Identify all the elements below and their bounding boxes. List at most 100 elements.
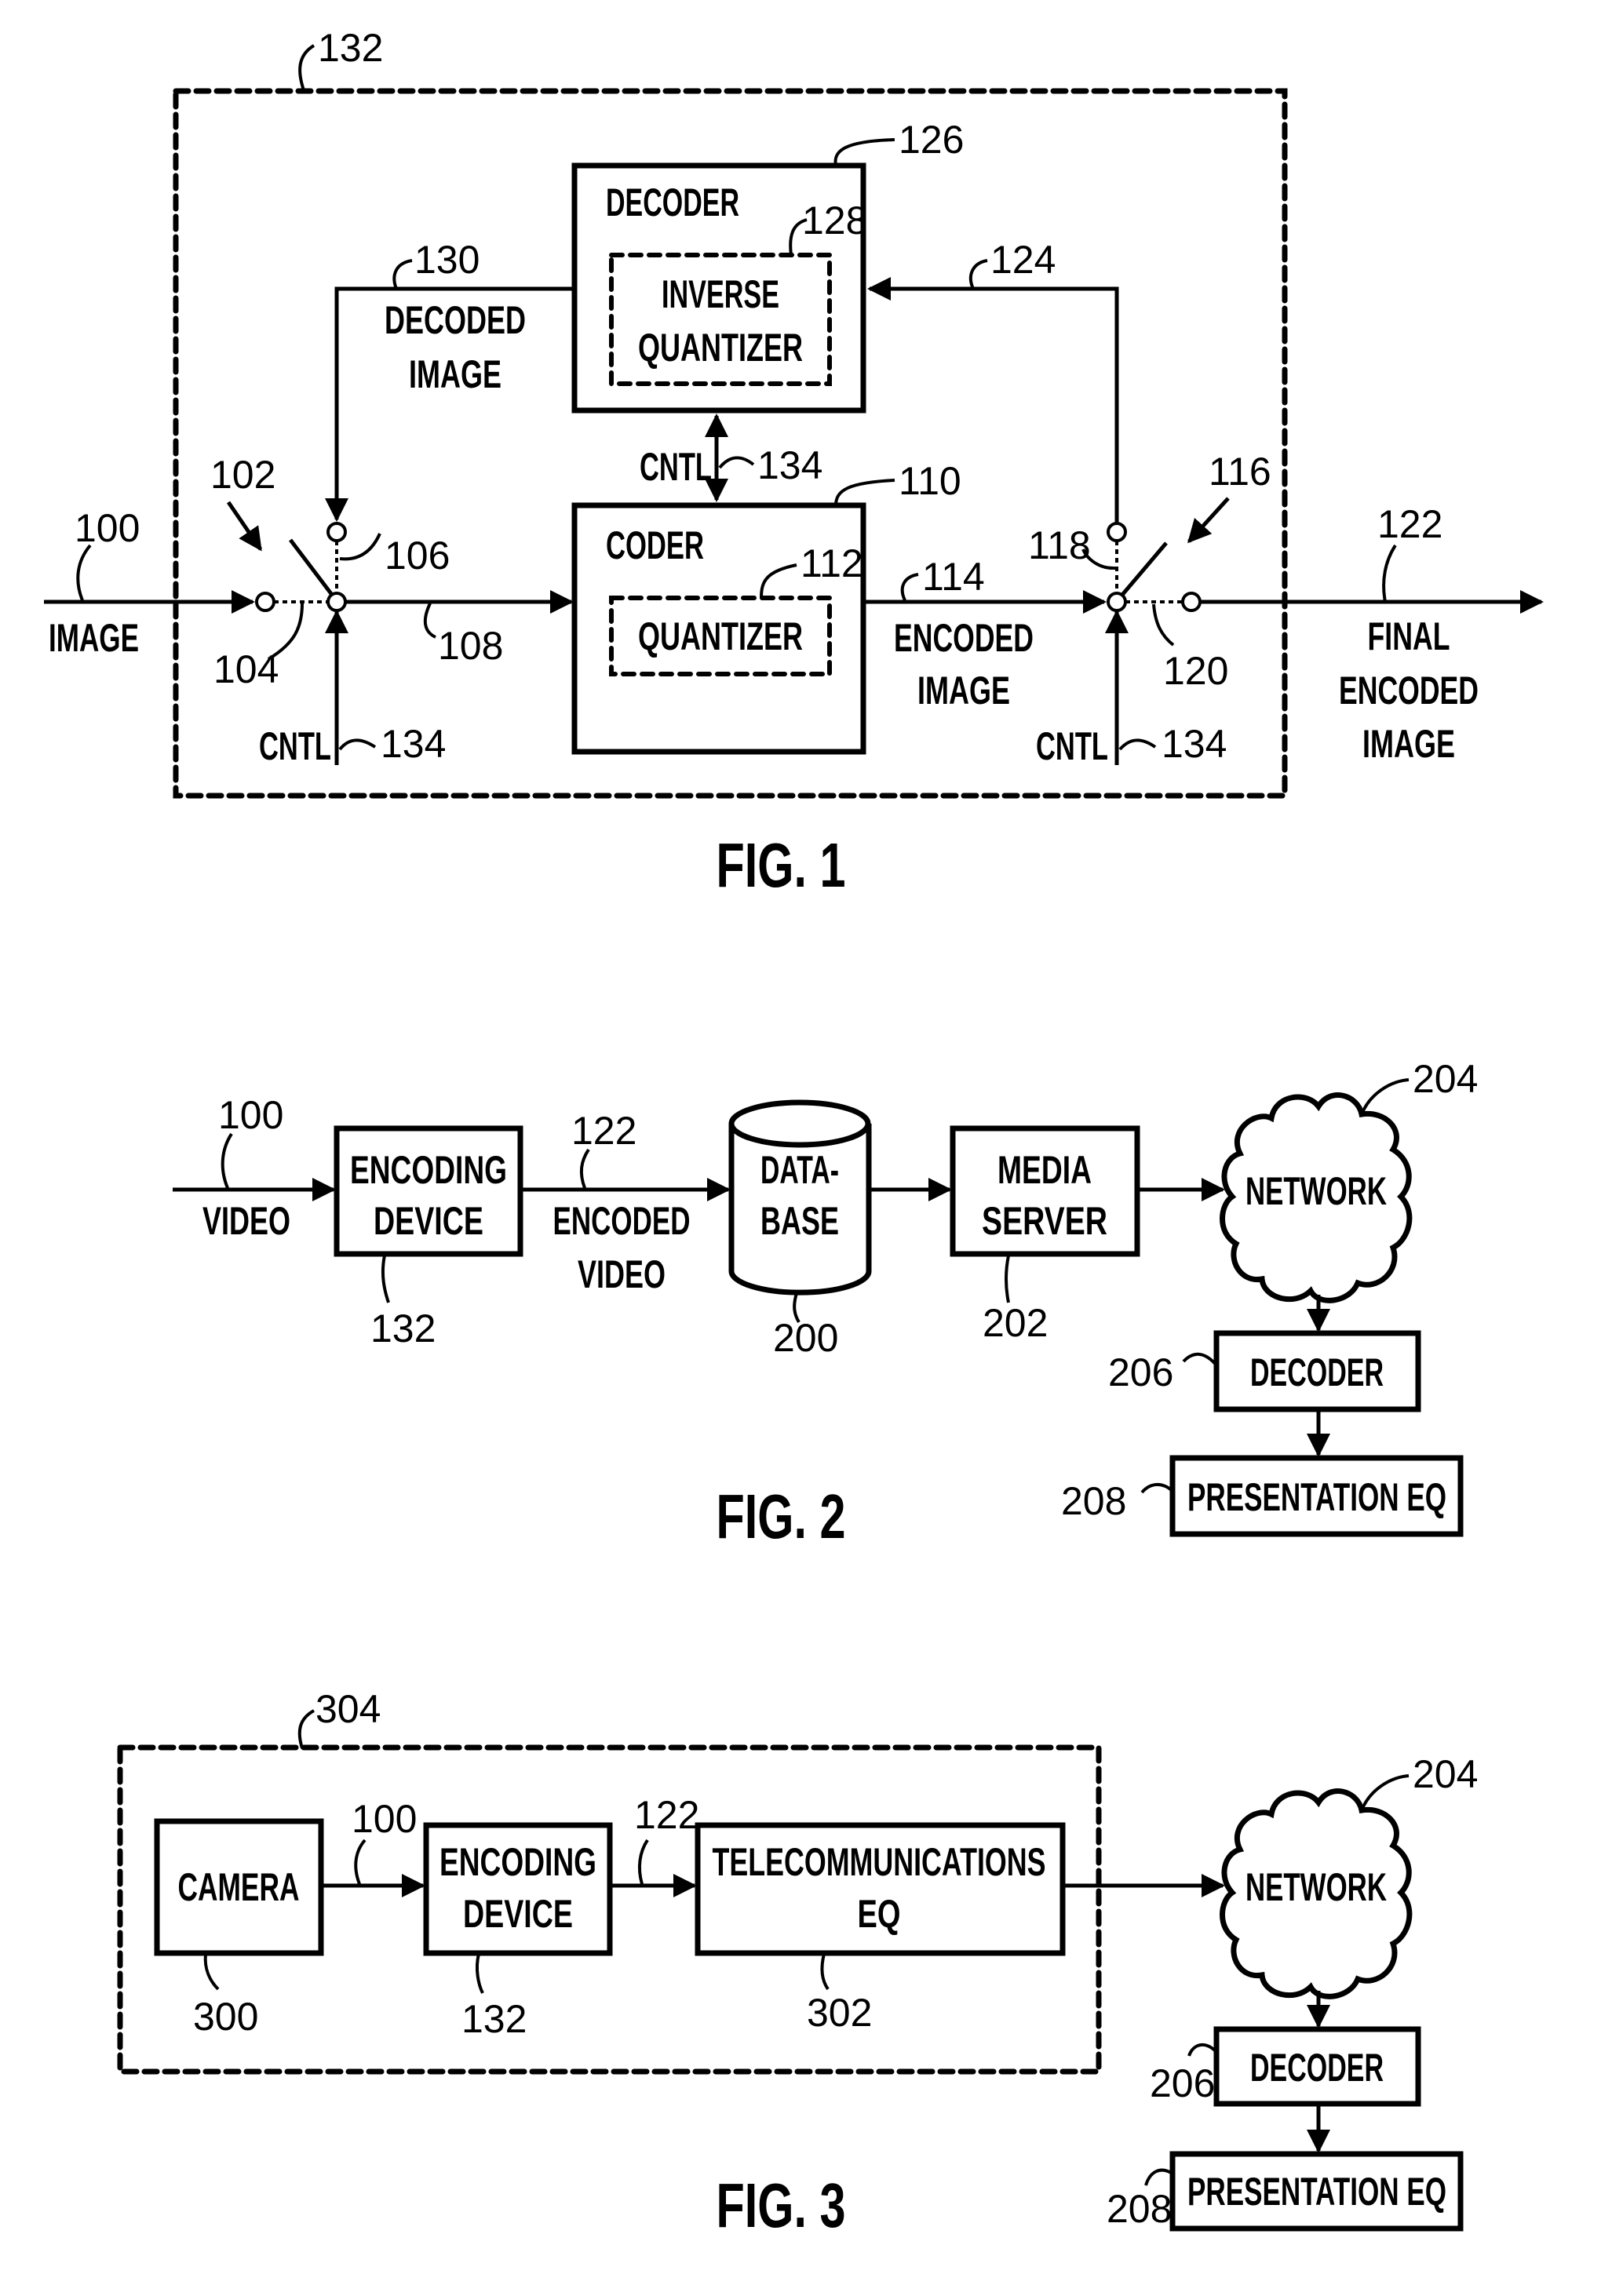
decoder-label: DECODER bbox=[1250, 2046, 1384, 2090]
leader-line bbox=[718, 456, 755, 469]
encoded-label: ENCODED bbox=[894, 616, 1034, 660]
leader-line bbox=[298, 44, 315, 93]
ref-108: 108 bbox=[438, 624, 503, 668]
final-label: FINAL bbox=[1368, 614, 1450, 658]
figure-2-caption: FIG. 2 bbox=[717, 1481, 846, 1551]
leader-line bbox=[392, 259, 413, 290]
leader-line bbox=[339, 533, 381, 561]
device-label: DEVICE bbox=[463, 1892, 573, 1936]
eq-label: EQ bbox=[858, 1892, 901, 1936]
presentation-label: PRESENTATION EQ bbox=[1187, 2170, 1446, 2214]
ref-202: 202 bbox=[983, 1301, 1048, 1345]
cntl-label: CNTL bbox=[640, 445, 712, 489]
presentation-label: PRESENTATION EQ bbox=[1187, 1475, 1446, 1519]
video-label: VIDEO bbox=[578, 1252, 666, 1296]
leader-line bbox=[1140, 1483, 1174, 1494]
leader-line bbox=[1187, 2043, 1218, 2057]
inverse-label: INVERSE bbox=[662, 272, 779, 316]
network-label: NETWORK bbox=[1245, 1865, 1387, 1909]
ref-100: 100 bbox=[352, 1797, 417, 1841]
ref-124: 124 bbox=[990, 238, 1056, 282]
switch-contact-106 bbox=[326, 522, 347, 542]
ref-116: 116 bbox=[1209, 450, 1271, 494]
ref-122: 122 bbox=[634, 1793, 699, 1837]
server-label: SERVER bbox=[982, 1199, 1107, 1243]
ref-104: 104 bbox=[213, 647, 279, 691]
quantizer-label: QUANTIZER bbox=[638, 614, 803, 658]
device-label: DEVICE bbox=[374, 1199, 483, 1243]
decoded-label: DECODED bbox=[385, 298, 526, 342]
ref-208: 208 bbox=[1107, 2187, 1172, 2231]
leader-line bbox=[1382, 544, 1397, 603]
leader-line bbox=[1144, 2168, 1174, 2186]
ref-118: 118 bbox=[1028, 523, 1091, 567]
patent-drawing-sheet: 132 DECODER 126 128 INVERSE QUANTIZER CN… bbox=[0, 0, 1612, 2296]
leader-line bbox=[1360, 1078, 1410, 1115]
ref-130: 130 bbox=[414, 238, 480, 282]
encoding-label: ENCODING bbox=[439, 1840, 596, 1884]
figure-1-caption: FIG. 1 bbox=[717, 830, 846, 900]
leader-line bbox=[1360, 1774, 1410, 1811]
leader-line bbox=[297, 1709, 315, 1749]
ref-114: 114 bbox=[922, 555, 985, 599]
ref-120: 120 bbox=[1163, 649, 1228, 693]
leader-line bbox=[637, 1839, 649, 1885]
quantizer-label: QUANTIZER bbox=[638, 326, 803, 370]
ref-132: 132 bbox=[318, 26, 383, 70]
coder-label: CODER bbox=[606, 523, 704, 567]
database-label-line1: DATA- bbox=[760, 1148, 839, 1192]
ref-112: 112 bbox=[801, 541, 863, 585]
leader-line bbox=[76, 544, 92, 601]
decoder-label: DECODER bbox=[606, 180, 739, 224]
leader-line bbox=[900, 573, 919, 601]
leader-line bbox=[1152, 603, 1175, 647]
encoding-label: ENCODING bbox=[350, 1148, 507, 1192]
ref-122: 122 bbox=[571, 1109, 636, 1153]
switch-contact-118 bbox=[1107, 522, 1127, 542]
leader-line bbox=[968, 259, 988, 290]
leader-line bbox=[221, 1132, 233, 1189]
cntl-label: CNTL bbox=[259, 724, 331, 768]
ref-122: 122 bbox=[1377, 502, 1442, 546]
ref-128: 128 bbox=[802, 199, 867, 242]
telecommunications-label: TELECOMMUNICATIONS bbox=[713, 1840, 1046, 1884]
ref-102: 102 bbox=[210, 453, 275, 497]
leader-line bbox=[203, 1953, 220, 1991]
ref-110: 110 bbox=[899, 459, 961, 503]
leader-line bbox=[834, 479, 895, 506]
ref-304: 304 bbox=[315, 1687, 381, 1731]
switch-116-pointer bbox=[1187, 497, 1230, 544]
leader-line bbox=[820, 1953, 830, 1991]
video-label: VIDEO bbox=[202, 1199, 290, 1243]
leader-line bbox=[833, 138, 895, 166]
ref-208: 208 bbox=[1061, 1479, 1126, 1523]
image-label: IMAGE bbox=[409, 352, 501, 396]
switch-102-pointer bbox=[226, 501, 263, 552]
switch-arm bbox=[1121, 541, 1168, 596]
switch-hub bbox=[326, 592, 347, 612]
leader-line bbox=[475, 1953, 484, 1994]
switch-contact-104 bbox=[255, 592, 275, 612]
leader-line bbox=[423, 603, 436, 639]
cntl-label: CNTL bbox=[1036, 724, 1108, 768]
figure-3: 304 CAMERA 300 100 ENCODING DEVICE 132 1… bbox=[117, 1687, 1478, 2240]
ref-100: 100 bbox=[218, 1093, 283, 1137]
camera-label: CAMERA bbox=[178, 1865, 300, 1909]
ref-204: 204 bbox=[1413, 1752, 1478, 1796]
ref-134: 134 bbox=[381, 722, 446, 766]
figure-2: 100 VIDEO ENCODING DEVICE 132 122 ENCODE… bbox=[173, 1057, 1478, 1551]
figure-3-caption: FIG. 3 bbox=[717, 2170, 846, 2240]
ref-106: 106 bbox=[385, 534, 450, 578]
figure-1: 132 DECODER 126 128 INVERSE QUANTIZER CN… bbox=[44, 26, 1544, 900]
image-label: IMAGE bbox=[1362, 722, 1455, 766]
switch-contact-120 bbox=[1181, 592, 1202, 612]
ref-134: 134 bbox=[1162, 722, 1227, 766]
switch-arm bbox=[289, 538, 334, 596]
ref-134: 134 bbox=[757, 443, 822, 487]
leader-line bbox=[1118, 738, 1157, 751]
ref-206: 206 bbox=[1150, 2061, 1215, 2105]
leader-line bbox=[1005, 1255, 1010, 1303]
ref-132: 132 bbox=[370, 1307, 436, 1350]
image-label: IMAGE bbox=[917, 669, 1010, 712]
leader-line bbox=[579, 1148, 590, 1189]
